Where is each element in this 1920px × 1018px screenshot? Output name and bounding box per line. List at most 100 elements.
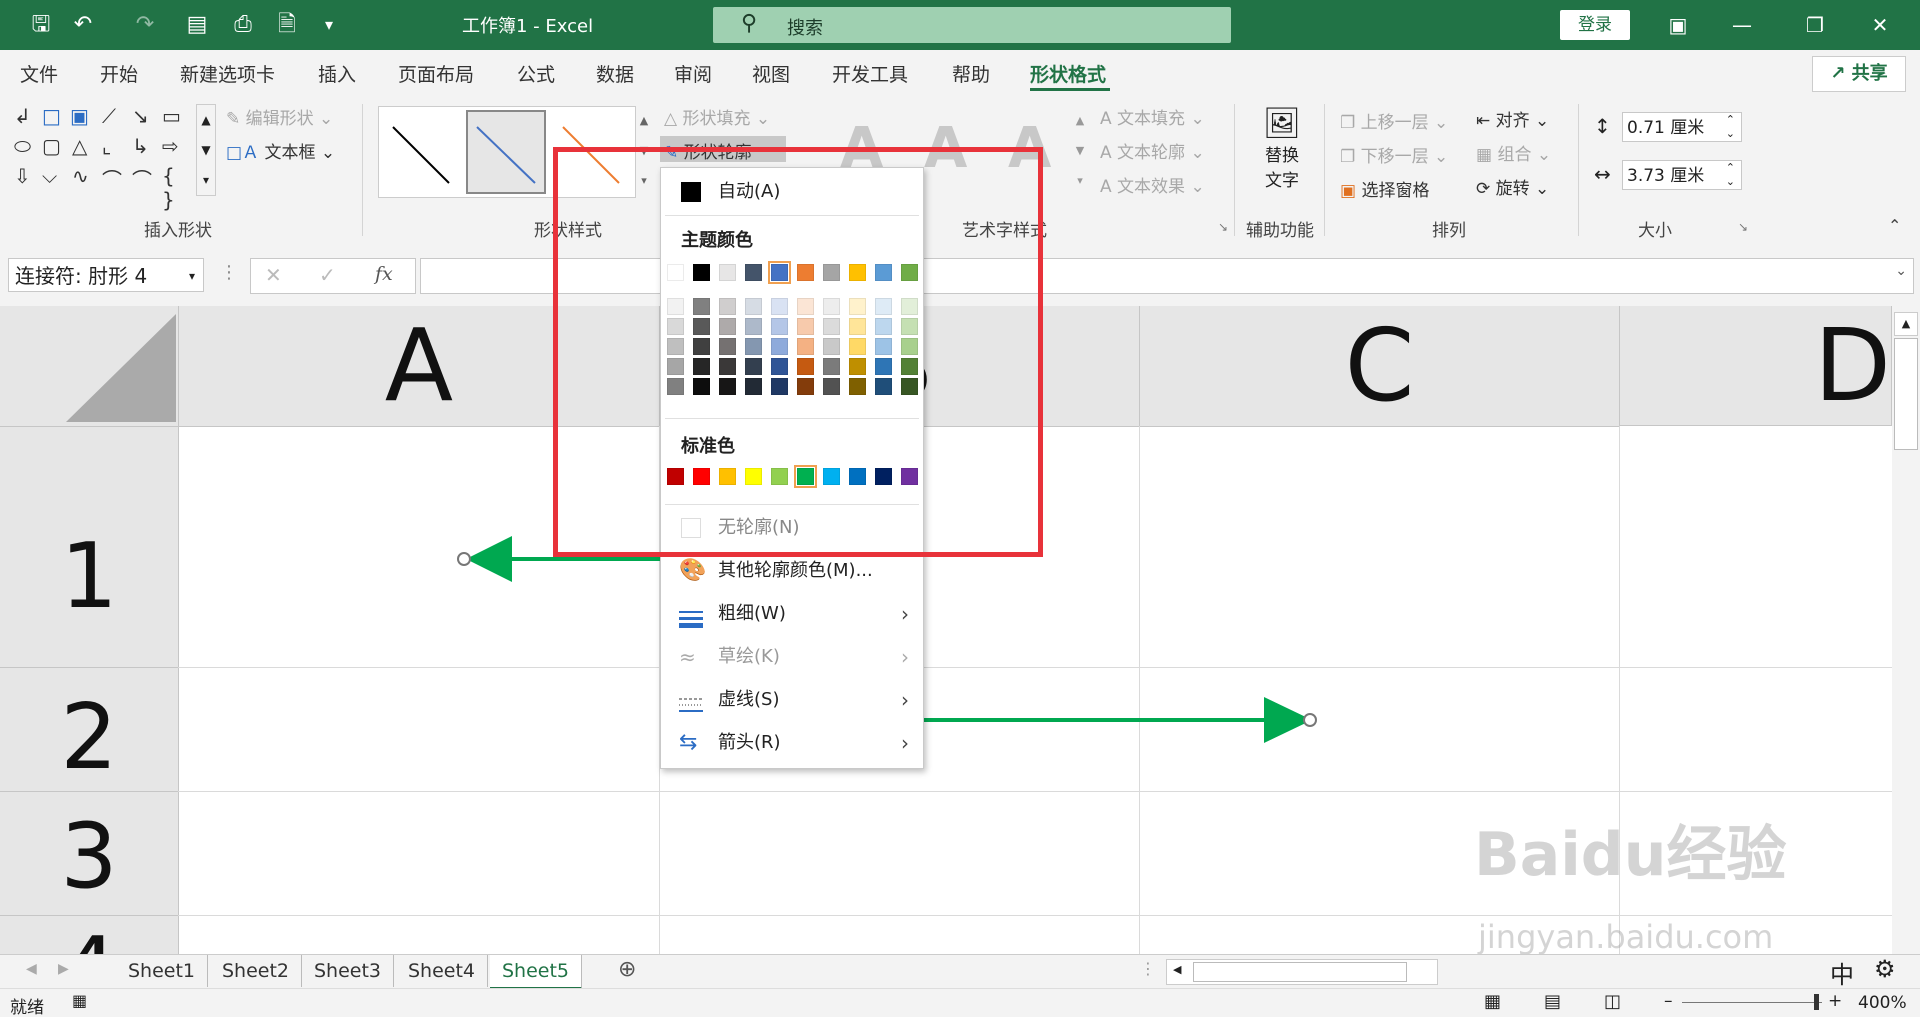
shapes-gallery[interactable]: ↲ □ ▣ ⟋ ↘ ▭ ⬭ ▢ △ ⌞ ↳ ⇨ ⇩ ⌵ ∿ ⌒ ⌒ { } (12, 104, 192, 212)
shape-width-input[interactable]: 3.73 厘米 ⌃ ⌄ (1622, 160, 1742, 190)
dashes-label: 虚线(S) (718, 689, 780, 710)
size-dialog-launcher-icon[interactable]: ↘ (1738, 220, 1748, 234)
accessibility-check-icon[interactable]: ▦ (72, 991, 87, 1010)
weight-item[interactable]: 粗细(W) › (661, 594, 923, 634)
undo-icon[interactable]: ↶ (68, 10, 98, 40)
scribble-icon[interactable]: ∿ (72, 164, 89, 188)
expand-formula-icon[interactable]: ⌄ (1895, 263, 1907, 279)
align-button[interactable]: ⇤ 对齐 ⌄ (1476, 106, 1549, 131)
tab-formulas[interactable]: 公式 (517, 60, 555, 87)
search-input[interactable]: ⚲ 搜索 (713, 7, 1231, 43)
oval-icon[interactable]: ⬭ (14, 134, 31, 158)
scroll-left-icon[interactable]: ◀ (1173, 963, 1181, 976)
zoom-slider[interactable] (1682, 1002, 1822, 1003)
alt-text-button[interactable]: 🖼 替换 文字 (1252, 106, 1312, 206)
width-spinner-icon[interactable]: ⌃ ⌄ (1726, 161, 1735, 189)
down-arrow-shape-icon[interactable]: ⇩ (14, 164, 31, 188)
tab-page-layout[interactable]: 页面布局 (398, 60, 474, 87)
name-box-dropdown-icon[interactable]: ▾ (189, 259, 195, 293)
tab-developer[interactable]: 开发工具 (832, 60, 908, 87)
save-icon[interactable]: 🖫 (26, 10, 56, 40)
tab-insert[interactable]: 插入 (318, 60, 356, 87)
rotate-button[interactable]: ⟳ 旋转 ⌄ (1476, 174, 1549, 199)
dashes-item[interactable]: 虚线(S) › (661, 680, 923, 720)
align-icon: ⇤ (1476, 111, 1496, 131)
more-colors-item[interactable]: 🎨 其他轮廓颜色(M)... (661, 551, 923, 591)
tab-data[interactable]: 数据 (596, 60, 634, 87)
horizontal-scroll-thumb[interactable] (1193, 962, 1407, 982)
tab-newtab[interactable]: 新建选项卡 (180, 60, 275, 87)
ribbon-display-icon[interactable]: ▣ (1658, 8, 1698, 42)
minimize-icon[interactable]: — (1722, 8, 1762, 42)
shapes-gallery-scroll[interactable]: ▲ ▼ ▾ (196, 104, 216, 196)
arrow-line-icon[interactable]: ↘ (132, 104, 149, 128)
sheet-tab-1[interactable]: Sheet1 (116, 955, 209, 987)
sheet-tab-3[interactable]: Sheet3 (302, 955, 395, 987)
height-spinner-icon[interactable]: ⌃ ⌄ (1726, 113, 1735, 141)
gear-icon[interactable]: ⚙ (1874, 955, 1896, 983)
tab-file[interactable]: 文件 (20, 60, 58, 87)
sheet-tab-4[interactable]: Sheet4 (396, 955, 489, 987)
brace-icon[interactable]: { } (162, 164, 192, 212)
zoom-out-icon[interactable]: – (1664, 991, 1673, 1011)
tab-shape-format[interactable]: 形状格式 (1030, 60, 1106, 87)
vertical-scrollbar[interactable]: ▲ (1892, 306, 1920, 954)
tab-review[interactable]: 审阅 (674, 60, 712, 87)
tab-help[interactable]: 帮助 (952, 60, 990, 87)
insert-function-icon[interactable]: fx (375, 263, 393, 285)
rounded-rect-icon[interactable]: ▢ (42, 134, 61, 158)
text-fill-button: A 文本填充 ⌄ (1100, 109, 1205, 129)
zoom-slider-thumb[interactable] (1814, 994, 1819, 1010)
next-sheet-icon[interactable]: ▶ (58, 961, 69, 977)
scroll-up-icon[interactable]: ▲ (1894, 312, 1918, 336)
page-break-view-icon[interactable]: ◫ (1604, 991, 1621, 1012)
print-preview-icon[interactable]: ⎙ (228, 10, 258, 40)
normal-view-icon[interactable]: ▦ (1484, 991, 1501, 1012)
zoom-level[interactable]: 400% (1858, 993, 1907, 1013)
name-box[interactable]: 连接符: 肘形 4 ▾ (8, 258, 204, 292)
selection-pane-button[interactable]: ▣ 选择窗格 (1340, 176, 1429, 201)
sheet-tab-5[interactable]: Sheet5 (490, 955, 583, 990)
textbox-button[interactable]: □Ａ 文本框 ⌄ (226, 138, 335, 163)
tab-home[interactable]: 开始 (100, 60, 138, 87)
rectangle-icon[interactable]: ▭ (162, 104, 181, 128)
vertical-textbox-icon[interactable]: ▣ (70, 104, 89, 128)
edit-shape-button: ✎ 编辑形状 ⌄ (226, 109, 334, 129)
form-icon[interactable]: ▤ (182, 10, 212, 40)
submenu-arrow-icon: › (901, 645, 909, 669)
prev-sheet-icon[interactable]: ◀ (26, 961, 37, 977)
right-arrow-shape-icon[interactable]: ⇨ (162, 134, 179, 158)
elbow-icon[interactable]: ⌞ (102, 134, 111, 158)
collapse-ribbon-icon[interactable]: ⌃ (1888, 216, 1901, 235)
freeform-icon[interactable]: ⌵ (42, 164, 57, 188)
share-button[interactable]: ↗ 共享 (1812, 56, 1906, 92)
connector-end-handle[interactable] (1303, 713, 1317, 727)
add-sheet-icon[interactable]: ⊕ (618, 957, 636, 982)
text-outline-button: A 文本轮廓 ⌄ (1100, 143, 1205, 163)
restore-icon[interactable]: ❐ (1795, 8, 1835, 42)
connector-start-handle[interactable] (457, 552, 471, 566)
close-icon[interactable]: ✕ (1860, 8, 1900, 42)
tab-view[interactable]: 视图 (752, 60, 790, 87)
sheet-tab-2[interactable]: Sheet2 (210, 955, 303, 987)
curve-icon[interactable]: ⌒ (132, 164, 152, 193)
scroll-thumb[interactable] (1894, 338, 1918, 450)
customize-qat-icon[interactable]: ▾ (314, 10, 344, 40)
shape-height-input[interactable]: 0.71 厘米 ⌃ ⌄ (1622, 112, 1742, 142)
ime-indicator[interactable]: 中 (1830, 955, 1854, 990)
zoom-in-icon[interactable]: + (1828, 991, 1842, 1011)
arc-icon[interactable]: ⌒ (102, 164, 122, 193)
elbow-arrow-icon[interactable]: ↳ (132, 134, 149, 158)
login-button[interactable]: 登录 (1560, 10, 1630, 40)
wordart-scroll[interactable]: ▲ ▼ ▾ (1072, 106, 1088, 196)
line-icon[interactable]: ⟋ (102, 104, 116, 128)
dialog-launcher-icon[interactable]: ↘ (1218, 220, 1228, 234)
horizontal-scrollbar[interactable]: ◀ (1166, 959, 1438, 985)
page-layout-view-icon[interactable]: ▤ (1544, 991, 1561, 1012)
triangle-icon[interactable]: △ (72, 134, 87, 158)
textbox-shape-icon[interactable]: □ (42, 104, 61, 128)
new-document-icon[interactable]: 🗎 (272, 10, 302, 40)
tab-split-grip-icon[interactable]: ⋮ (1140, 959, 1156, 978)
elbow-connector-icon[interactable]: ↲ (14, 104, 31, 128)
arrows-item[interactable]: ⇆ 箭头(R) › (661, 723, 923, 763)
